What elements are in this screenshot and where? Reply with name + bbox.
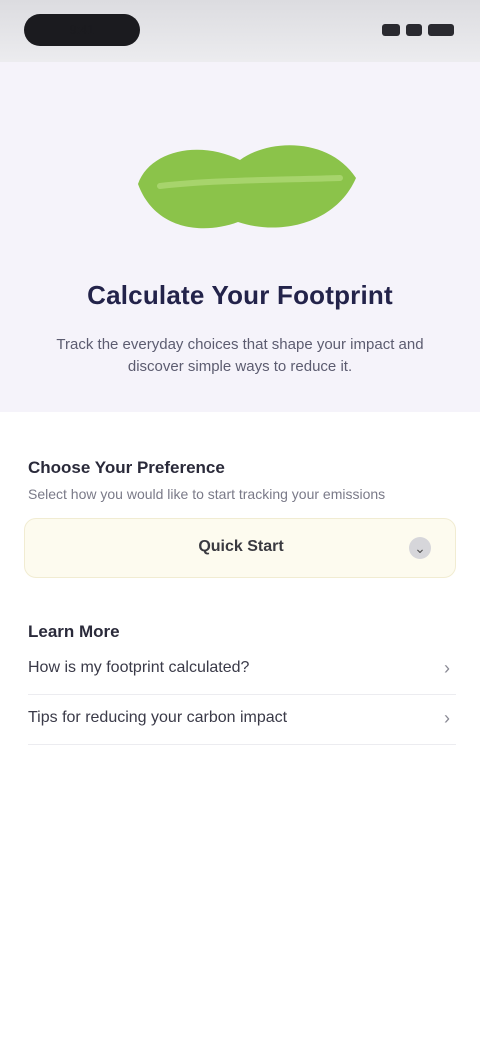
list-item[interactable]: Tips for reducing your carbon impact › xyxy=(28,698,456,738)
preference-select-label: Quick Start xyxy=(198,538,284,555)
status-bar: 9:41 xyxy=(0,0,480,62)
page-title: Calculate Your Footprint xyxy=(87,280,393,310)
battery-icon xyxy=(428,24,454,36)
section-title: Learn More xyxy=(28,622,120,641)
hero-section: Calculate Your Footprint Track the every… xyxy=(0,62,480,412)
list-item-label: How is my footprint calculated? xyxy=(28,659,250,676)
divider xyxy=(28,744,456,745)
chevron-right-icon: › xyxy=(444,708,450,728)
list-item-label: Tips for reducing your carbon impact xyxy=(28,709,288,726)
signal-icon xyxy=(382,24,400,36)
preference-select[interactable]: Quick Start ⌄ xyxy=(24,518,456,578)
divider xyxy=(28,694,456,695)
chevron-right-icon: › xyxy=(444,658,450,678)
section-title: Choose Your Preference xyxy=(28,458,225,477)
chevron-down-icon: ⌄ xyxy=(409,537,431,559)
status-time: 9:41 xyxy=(24,14,140,46)
section-subtitle: Select how you would like to start track… xyxy=(28,486,386,502)
status-icons xyxy=(382,22,454,38)
hero-description: Track the everyday choices that shape yo… xyxy=(56,336,424,375)
leaf-icon xyxy=(138,145,356,229)
list-item[interactable]: How is my footprint calculated? › xyxy=(28,648,456,688)
wifi-icon xyxy=(406,24,422,36)
